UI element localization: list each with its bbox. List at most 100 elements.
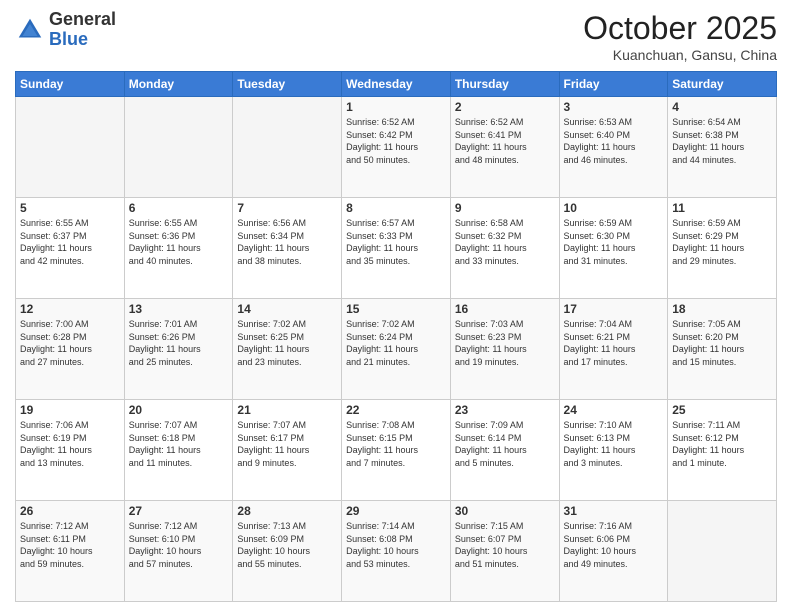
month-title: October 2025 xyxy=(583,10,777,47)
table-row: 28 Sunrise: 7:13 AM Sunset: 6:09 PM Dayli… xyxy=(233,501,342,602)
table-row: 7Sunrise: 6:56 AM Sunset: 6:34 PM Daylig… xyxy=(233,198,342,299)
day-info: Sunrise: 6:55 AM Sunset: 6:37 PM Dayligh… xyxy=(20,217,120,267)
day-number: 6 xyxy=(129,201,229,215)
calendar-table: Sunday Monday Tuesday Wednesday Thursday… xyxy=(15,71,777,602)
day-number: 10 xyxy=(564,201,664,215)
day-info: Sunrise: 7:02 AM Sunset: 6:25 PM Dayligh… xyxy=(237,318,337,368)
day-info: Sunrise: 6:52 AM Sunset: 6:42 PM Dayligh… xyxy=(346,116,446,166)
table-row: 24Sunrise: 7:10 AM Sunset: 6:13 PM Dayli… xyxy=(559,400,668,501)
location-subtitle: Kuanchuan, Gansu, China xyxy=(583,47,777,63)
day-info: Sunrise: 7:14 AM Sunset: 6:08 PM Dayligh… xyxy=(346,520,446,570)
table-row xyxy=(16,97,125,198)
day-info: Sunrise: 7:10 AM Sunset: 6:13 PM Dayligh… xyxy=(564,419,664,469)
day-number: 26 xyxy=(20,504,120,518)
day-info: Sunrise: 7:01 AM Sunset: 6:26 PM Dayligh… xyxy=(129,318,229,368)
table-row: 10 Sunrise: 6:59 AM Sunset: 6:30 PM Dayli… xyxy=(559,198,668,299)
day-number: 23 xyxy=(455,403,555,417)
logo-icon xyxy=(15,15,45,45)
day-info: Sunrise: 6:53 AM Sunset: 6:40 PM Dayligh… xyxy=(564,116,664,166)
calendar-header-row: Sunday Monday Tuesday Wednesday Thursday… xyxy=(16,72,777,97)
col-saturday: Saturday xyxy=(668,72,777,97)
day-info: Sunrise: 7:13 AM Sunset: 6:09 PM Dayligh… xyxy=(237,520,337,570)
day-info: Sunrise: 6:57 AM Sunset: 6:33 PM Dayligh… xyxy=(346,217,446,267)
day-info: Sunrise: 7:02 AM Sunset: 6:24 PM Dayligh… xyxy=(346,318,446,368)
day-info: Sunrise: 6:55 AM Sunset: 6:36 PM Dayligh… xyxy=(129,217,229,267)
day-number: 30 xyxy=(455,504,555,518)
day-number: 20 xyxy=(129,403,229,417)
table-row: 9Sunrise: 6:58 AM Sunset: 6:32 PM Daylig… xyxy=(450,198,559,299)
col-tuesday: Tuesday xyxy=(233,72,342,97)
day-number: 31 xyxy=(564,504,664,518)
day-info: Sunrise: 7:11 AM Sunset: 6:12 PM Dayligh… xyxy=(672,419,772,469)
day-info: Sunrise: 7:09 AM Sunset: 6:14 PM Dayligh… xyxy=(455,419,555,469)
day-number: 8 xyxy=(346,201,446,215)
table-row xyxy=(233,97,342,198)
day-info: Sunrise: 7:12 AM Sunset: 6:11 PM Dayligh… xyxy=(20,520,120,570)
day-info: Sunrise: 7:05 AM Sunset: 6:20 PM Dayligh… xyxy=(672,318,772,368)
table-row: 25 Sunrise: 7:11 AM Sunset: 6:12 PM Dayli… xyxy=(668,400,777,501)
logo: General Blue xyxy=(15,10,116,50)
day-info: Sunrise: 7:15 AM Sunset: 6:07 PM Dayligh… xyxy=(455,520,555,570)
day-info: Sunrise: 7:07 AM Sunset: 6:17 PM Dayligh… xyxy=(237,419,337,469)
day-number: 3 xyxy=(564,100,664,114)
day-info: Sunrise: 6:54 AM Sunset: 6:38 PM Dayligh… xyxy=(672,116,772,166)
day-number: 22 xyxy=(346,403,446,417)
day-number: 12 xyxy=(20,302,120,316)
table-row: 16 Sunrise: 7:03 AM Sunset: 6:23 PM Dayli… xyxy=(450,299,559,400)
title-block: October 2025 Kuanchuan, Gansu, China xyxy=(583,10,777,63)
day-info: Sunrise: 7:06 AM Sunset: 6:19 PM Dayligh… xyxy=(20,419,120,469)
day-info: Sunrise: 7:07 AM Sunset: 6:18 PM Dayligh… xyxy=(129,419,229,469)
day-number: 19 xyxy=(20,403,120,417)
table-row: 3 Sunrise: 6:53 AM Sunset: 6:40 PM Daylig… xyxy=(559,97,668,198)
table-row: 8 Sunrise: 6:57 AM Sunset: 6:33 PM Daylig… xyxy=(342,198,451,299)
day-info: Sunrise: 6:59 AM Sunset: 6:29 PM Dayligh… xyxy=(672,217,772,267)
calendar-week-row: 5 Sunrise: 6:55 AM Sunset: 6:37 PM Daylig… xyxy=(16,198,777,299)
table-row: 19 Sunrise: 7:06 AM Sunset: 6:19 PM Dayli… xyxy=(16,400,125,501)
day-info: Sunrise: 7:16 AM Sunset: 6:06 PM Dayligh… xyxy=(564,520,664,570)
day-info: Sunrise: 7:00 AM Sunset: 6:28 PM Dayligh… xyxy=(20,318,120,368)
logo-blue: Blue xyxy=(49,29,88,49)
day-number: 15 xyxy=(346,302,446,316)
table-row: 12 Sunrise: 7:00 AM Sunset: 6:28 PM Dayli… xyxy=(16,299,125,400)
day-info: Sunrise: 6:56 AM Sunset: 6:34 PM Dayligh… xyxy=(237,217,337,267)
calendar-week-row: 26 Sunrise: 7:12 AM Sunset: 6:11 PM Dayli… xyxy=(16,501,777,602)
calendar-week-row: 1 Sunrise: 6:52 AM Sunset: 6:42 PM Daylig… xyxy=(16,97,777,198)
table-row: 21 Sunrise: 7:07 AM Sunset: 6:17 PM Dayli… xyxy=(233,400,342,501)
table-row: 26 Sunrise: 7:12 AM Sunset: 6:11 PM Dayli… xyxy=(16,501,125,602)
day-info: Sunrise: 6:58 AM Sunset: 6:32 PM Dayligh… xyxy=(455,217,555,267)
col-monday: Monday xyxy=(124,72,233,97)
table-row: 31 Sunrise: 7:16 AM Sunset: 6:06 PM Dayli… xyxy=(559,501,668,602)
day-number: 5 xyxy=(20,201,120,215)
day-number: 11 xyxy=(672,201,772,215)
day-number: 28 xyxy=(237,504,337,518)
day-info: Sunrise: 6:59 AM Sunset: 6:30 PM Dayligh… xyxy=(564,217,664,267)
table-row: 15 Sunrise: 7:02 AM Sunset: 6:24 PM Dayli… xyxy=(342,299,451,400)
table-row: 20 Sunrise: 7:07 AM Sunset: 6:18 PM Dayli… xyxy=(124,400,233,501)
day-number: 16 xyxy=(455,302,555,316)
day-number: 21 xyxy=(237,403,337,417)
day-number: 1 xyxy=(346,100,446,114)
logo-general: General xyxy=(49,9,116,29)
calendar-week-row: 19 Sunrise: 7:06 AM Sunset: 6:19 PM Dayli… xyxy=(16,400,777,501)
table-row: 5 Sunrise: 6:55 AM Sunset: 6:37 PM Daylig… xyxy=(16,198,125,299)
table-row: 13 Sunrise: 7:01 AM Sunset: 6:26 PM Dayli… xyxy=(124,299,233,400)
table-row: 27Sunrise: 7:12 AM Sunset: 6:10 PM Dayli… xyxy=(124,501,233,602)
day-number: 25 xyxy=(672,403,772,417)
table-row: 22 Sunrise: 7:08 AM Sunset: 6:15 PM Dayli… xyxy=(342,400,451,501)
day-info: Sunrise: 7:08 AM Sunset: 6:15 PM Dayligh… xyxy=(346,419,446,469)
day-info: Sunrise: 7:03 AM Sunset: 6:23 PM Dayligh… xyxy=(455,318,555,368)
table-row: 30 Sunrise: 7:15 AM Sunset: 6:07 PM Dayli… xyxy=(450,501,559,602)
day-number: 14 xyxy=(237,302,337,316)
table-row: 23 Sunrise: 7:09 AM Sunset: 6:14 PM Dayli… xyxy=(450,400,559,501)
day-info: Sunrise: 7:04 AM Sunset: 6:21 PM Dayligh… xyxy=(564,318,664,368)
header: General Blue October 2025 Kuanchuan, Gan… xyxy=(15,10,777,63)
day-number: 13 xyxy=(129,302,229,316)
table-row: 2Sunrise: 6:52 AM Sunset: 6:41 PM Daylig… xyxy=(450,97,559,198)
table-row: 11 Sunrise: 6:59 AM Sunset: 6:29 PM Dayli… xyxy=(668,198,777,299)
day-number: 4 xyxy=(672,100,772,114)
day-number: 2 xyxy=(455,100,555,114)
table-row: 4 Sunrise: 6:54 AM Sunset: 6:38 PM Daylig… xyxy=(668,97,777,198)
day-number: 17 xyxy=(564,302,664,316)
page: General Blue October 2025 Kuanchuan, Gan… xyxy=(0,0,792,612)
table-row: 1 Sunrise: 6:52 AM Sunset: 6:42 PM Daylig… xyxy=(342,97,451,198)
